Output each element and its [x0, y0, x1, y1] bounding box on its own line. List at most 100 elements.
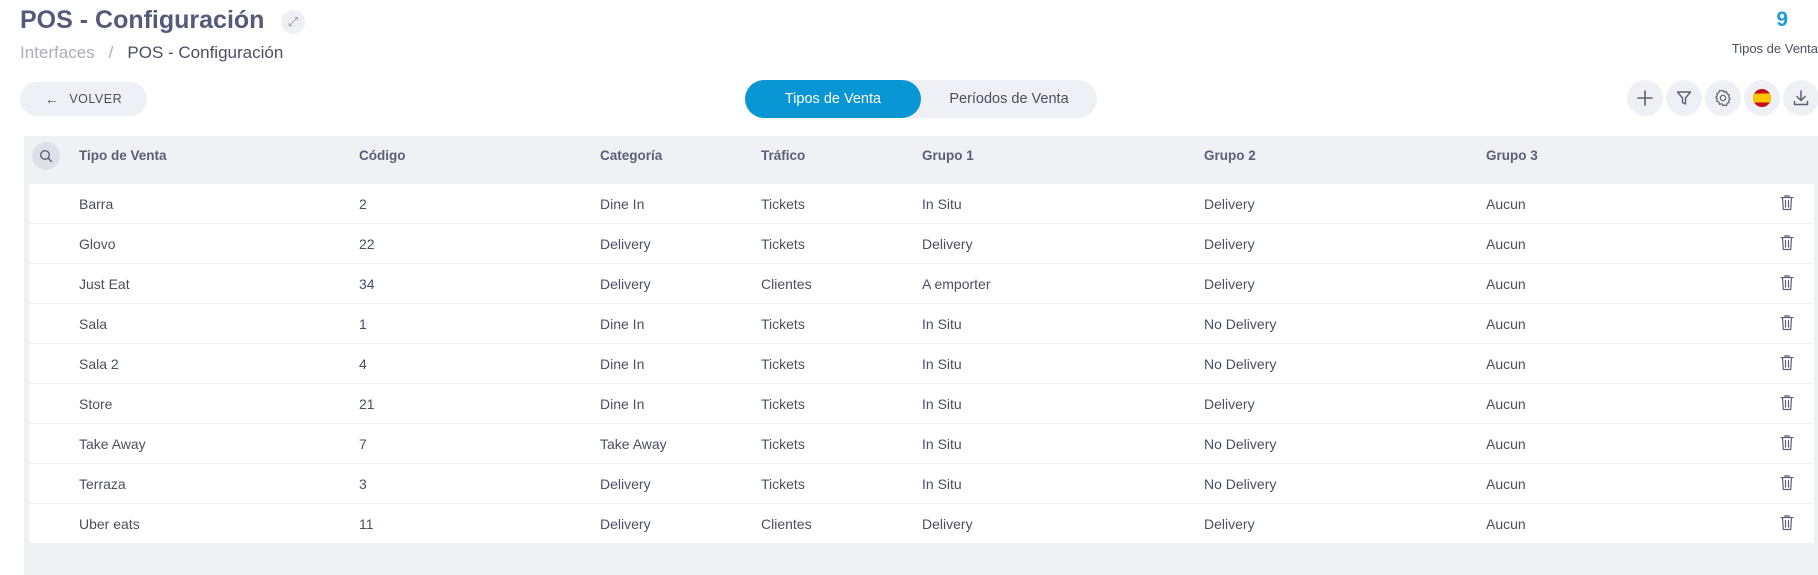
cell-tipo-de-venta: Store: [79, 396, 113, 412]
page-title: POS - Configuración: [20, 6, 265, 34]
cell-tipo-de-venta: Glovo: [79, 236, 116, 252]
cell-grupo-1: In Situ: [922, 396, 962, 412]
cell-grupo-3: Aucun: [1486, 436, 1526, 452]
cell-grupo-2: Delivery: [1204, 276, 1255, 292]
trash-icon: [1780, 435, 1794, 451]
filter-icon: [1676, 91, 1692, 105]
breadcrumb: Interfaces / POS - Configuración: [20, 43, 283, 63]
trash-icon: [1780, 275, 1794, 291]
breadcrumb-current: POS - Configuración: [127, 43, 284, 62]
record-count-label: Tipos de Venta: [1731, 41, 1818, 56]
cell-codigo: 22: [359, 236, 375, 252]
table-row[interactable]: Glovo 22 Delivery Tickets Delivery Delivery Au…: [29, 224, 1814, 263]
cell-tipo-de-venta: Take Away: [79, 436, 146, 452]
cell-grupo-1: In Situ: [922, 196, 962, 212]
cell-grupo-3: Aucun: [1486, 356, 1526, 372]
cell-categoria: Delivery: [600, 236, 651, 252]
cell-grupo-3: Aucun: [1486, 476, 1526, 492]
search-icon: [39, 149, 53, 163]
download-button[interactable]: [1783, 80, 1818, 116]
cell-trafico: Tickets: [761, 396, 805, 412]
tab-tipos-de-venta[interactable]: Tipos de Venta: [745, 80, 921, 118]
tab-periodos-de-venta[interactable]: Períodos de Venta: [921, 80, 1097, 118]
cell-grupo-2: No Delivery: [1204, 436, 1277, 452]
delete-row-button[interactable]: [1780, 474, 1794, 492]
breadcrumb-link-interfaces[interactable]: Interfaces: [20, 43, 95, 62]
column-header-grupo-1[interactable]: Grupo 1: [922, 148, 974, 163]
column-header-categoria[interactable]: Categoría: [600, 148, 662, 163]
cell-codigo: 21: [359, 396, 375, 412]
back-button[interactable]: ← VOLVER: [20, 82, 147, 116]
cell-trafico: Tickets: [761, 476, 805, 492]
table-row[interactable]: Sala 1 Dine In Tickets In Situ No Delivery Auc…: [29, 304, 1814, 343]
cell-trafico: Tickets: [761, 196, 805, 212]
delete-row-button[interactable]: [1780, 314, 1794, 332]
cell-tipo-de-venta: Sala: [79, 316, 108, 332]
delete-row-button[interactable]: [1780, 274, 1794, 292]
cell-grupo-3: Aucun: [1486, 516, 1526, 532]
delete-row-button[interactable]: [1780, 514, 1794, 532]
cell-categoria: Dine In: [600, 356, 645, 372]
cell-categoria: Delivery: [600, 476, 651, 492]
cell-grupo-3: Aucun: [1486, 316, 1526, 332]
table-row[interactable]: Uber eats 11 Delivery Clientes Delivery Deliv…: [29, 504, 1814, 543]
table-row[interactable]: Take Away 7 Take Away Tickets In Situ No Deli…: [29, 424, 1814, 463]
record-count: 9: [1776, 8, 1788, 31]
cell-grupo-2: Delivery: [1204, 396, 1255, 412]
cell-trafico: Tickets: [761, 356, 805, 372]
cell-grupo-2: Delivery: [1204, 236, 1255, 252]
cell-codigo: 1: [359, 316, 367, 332]
delete-row-button[interactable]: [1780, 354, 1794, 372]
cell-grupo-3: Aucun: [1486, 396, 1526, 412]
delete-row-button[interactable]: [1780, 194, 1794, 212]
cell-grupo-2: Delivery: [1204, 196, 1255, 212]
settings-button[interactable]: [1705, 80, 1741, 116]
cell-grupo-3: Aucun: [1486, 196, 1526, 212]
add-button[interactable]: [1627, 80, 1663, 116]
cell-categoria: Take Away: [600, 436, 667, 452]
expand-button[interactable]: ⤢: [281, 10, 305, 34]
cell-codigo: 4: [359, 356, 367, 372]
cell-codigo: 7: [359, 436, 367, 452]
language-button[interactable]: [1744, 80, 1780, 116]
cell-codigo: 2: [359, 196, 367, 212]
cell-trafico: Tickets: [761, 436, 805, 452]
expand-icon: ⤢: [287, 14, 299, 29]
cell-codigo: 3: [359, 476, 367, 492]
column-header-grupo-3[interactable]: Grupo 3: [1486, 148, 1538, 163]
cell-categoria: Delivery: [600, 276, 651, 292]
delete-row-button[interactable]: [1780, 434, 1794, 452]
cell-grupo-2: Delivery: [1204, 516, 1255, 532]
cell-tipo-de-venta: Barra: [79, 196, 114, 212]
table-row[interactable]: Just Eat 34 Delivery Clientes A emporter Deli…: [29, 264, 1814, 303]
cell-grupo-1: In Situ: [922, 476, 962, 492]
cell-tipo-de-venta: Sala 2: [79, 356, 119, 372]
cell-trafico: Tickets: [761, 236, 805, 252]
table-body: Barra 2 Dine In Tickets In Situ Delivery Aucun…: [29, 184, 1814, 544]
trash-icon: [1780, 395, 1794, 411]
filter-button[interactable]: [1666, 80, 1702, 116]
cell-trafico: Clientes: [761, 516, 812, 532]
cell-categoria: Delivery: [600, 516, 651, 532]
breadcrumb-separator: /: [108, 43, 114, 62]
trash-icon: [1780, 355, 1794, 371]
table-search-button[interactable]: [32, 142, 60, 170]
table-row[interactable]: Terraza 3 Delivery Tickets In Situ No Deliver…: [29, 464, 1814, 503]
cell-categoria: Dine In: [600, 316, 645, 332]
delete-row-button[interactable]: [1780, 394, 1794, 412]
column-header-tipo-de-venta[interactable]: Tipo de Venta: [79, 148, 167, 163]
table-row[interactable]: Store 21 Dine In Tickets In Situ Delivery Aucu…: [29, 384, 1814, 423]
table-row[interactable]: Sala 2 4 Dine In Tickets In Situ No Delivery A…: [29, 344, 1814, 383]
column-header-trafico[interactable]: Tráfico: [761, 148, 805, 163]
cell-grupo-2: No Delivery: [1204, 316, 1277, 332]
delete-row-button[interactable]: [1780, 234, 1794, 252]
table-row[interactable]: Barra 2 Dine In Tickets In Situ Delivery Aucun: [29, 184, 1814, 223]
gear-icon: [1715, 89, 1731, 107]
cell-codigo: 34: [359, 276, 375, 292]
back-button-label: VOLVER: [69, 92, 123, 106]
trash-icon: [1780, 315, 1794, 331]
cell-tipo-de-venta: Just Eat: [79, 276, 130, 292]
download-icon: [1793, 90, 1809, 106]
column-header-codigo[interactable]: Código: [359, 148, 406, 163]
column-header-grupo-2[interactable]: Grupo 2: [1204, 148, 1256, 163]
